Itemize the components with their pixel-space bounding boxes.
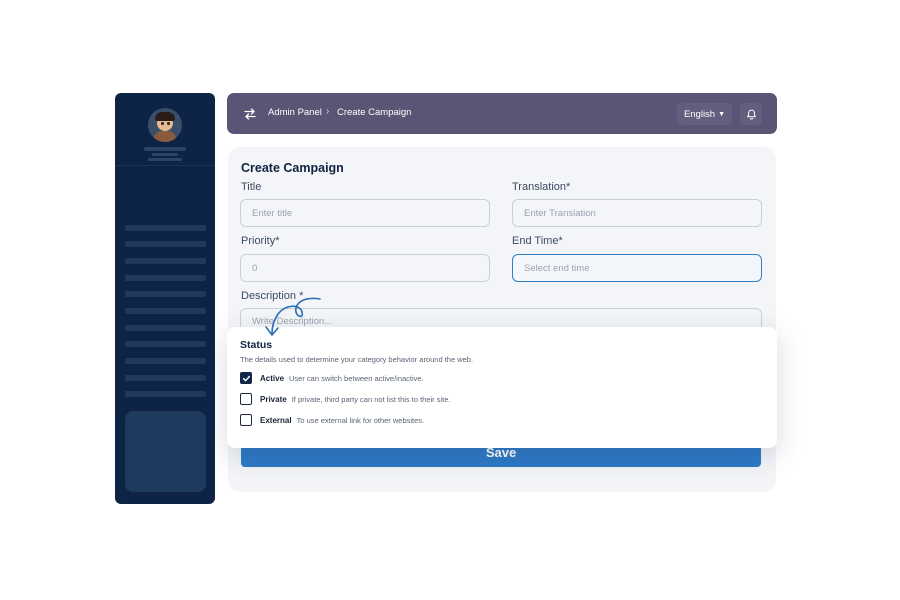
notification-button[interactable] [740,103,762,125]
sidebar-promo-card [125,411,206,492]
card-title: Create Campaign [241,161,344,175]
external-description: To use external link for other websites. [296,415,425,425]
private-description: If private, third party can not list thi… [291,394,451,404]
status-description: The details used to determine your categ… [240,355,474,364]
active-description: User can switch between active/inactive. [289,373,424,383]
status-option-private[interactable]: Private If private, third party can not … [240,393,451,405]
translation-input[interactable]: Enter Translation [512,199,762,227]
title-input[interactable]: Enter title [240,199,490,227]
sidebar-item[interactable] [125,225,206,231]
translation-label: Translation* [512,181,571,193]
top-header: Admin Panel › Create Campaign English ▼ [227,93,777,134]
status-option-external[interactable]: External To use external link for other … [240,414,424,426]
sidebar-item[interactable] [125,258,206,264]
title-label: Title [241,181,262,193]
external-checkbox[interactable] [240,414,252,426]
priority-label: Priority* [241,235,280,247]
checkmark-icon [242,375,250,381]
end-time-input[interactable]: Select end time [512,254,762,282]
caret-down-icon: ▼ [718,110,726,118]
sidebar-divider [115,165,215,166]
sidebar-item[interactable] [125,375,206,381]
sidebar-item[interactable] [125,341,206,347]
end-time-label: End Time* [512,235,563,247]
user-avatar[interactable] [148,108,182,142]
status-option-active[interactable]: Active User can switch between active/in… [240,372,424,384]
swap-icon[interactable] [244,107,256,121]
active-label: Active [260,373,285,383]
breadcrumb-admin-panel[interactable]: Admin Panel [268,107,322,118]
language-label: English [683,108,716,120]
private-checkbox[interactable] [240,393,252,405]
sidebar-item[interactable] [125,358,206,364]
sidebar-item[interactable] [125,308,206,314]
sidebar-item[interactable] [125,325,206,331]
active-checkbox[interactable] [240,372,252,384]
sidebar-item[interactable] [125,275,206,281]
curly-arrow-icon [265,297,321,336]
priority-input[interactable]: 0 [240,254,490,282]
external-label: External [260,415,292,425]
private-label: Private [260,394,287,404]
sidebar [115,93,215,504]
breadcrumb-current: Create Campaign [337,107,412,118]
user-name-placeholder [144,147,186,151]
sidebar-item[interactable] [125,391,206,397]
chevron-right-icon: › [326,106,330,117]
user-role-placeholder [152,153,178,156]
language-select[interactable]: English ▼ [677,103,732,125]
user-meta-placeholder [148,158,182,161]
bell-icon [746,109,756,120]
status-popup: Status The details used to determine you… [227,327,777,448]
status-title: Status [240,339,273,351]
sidebar-item[interactable] [125,291,206,297]
sidebar-item[interactable] [125,241,206,247]
